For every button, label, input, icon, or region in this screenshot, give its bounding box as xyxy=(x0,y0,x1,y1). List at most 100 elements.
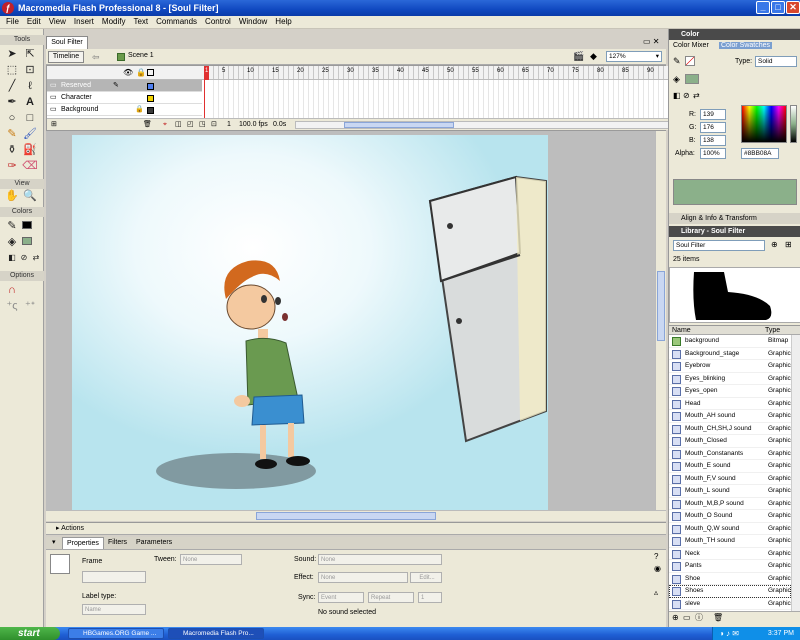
color-spectrum-picker[interactable] xyxy=(741,105,787,143)
zoom-tool-icon[interactable]: 🔍 xyxy=(22,189,38,203)
minimize-button[interactable]: _ xyxy=(756,1,770,14)
stroke-none-swatch[interactable] xyxy=(685,56,695,66)
lock-all-icon[interactable]: 🔒 xyxy=(136,68,146,77)
insert-layer-icon[interactable]: ⊞ xyxy=(51,119,57,131)
back-arrow-icon[interactable]: ⇦ xyxy=(92,52,100,63)
red-input[interactable]: 139 xyxy=(700,109,726,120)
repeat-count-input[interactable]: 1 xyxy=(418,592,442,603)
hex-input[interactable]: #8BB08A xyxy=(741,148,779,159)
fill-color-icon[interactable]: ◈ xyxy=(4,235,20,249)
library-item[interactable]: Pants Graphic xyxy=(669,560,791,573)
timeline-hscroll[interactable] xyxy=(295,121,695,129)
eyedropper-tool-icon[interactable]: ✑ xyxy=(4,159,20,173)
maximize-button[interactable]: □ xyxy=(771,1,785,14)
library-item[interactable]: Shoe Graphic xyxy=(669,572,791,585)
smooth-option-icon[interactable]: ⁺ς xyxy=(4,299,20,313)
help-icon[interactable]: ? xyxy=(654,552,658,561)
library-panel-header[interactable]: Library - Soul Filter xyxy=(669,226,800,237)
show-hide-all-icon[interactable]: 👁 xyxy=(123,68,133,77)
hand-tool-icon[interactable]: ✋ xyxy=(4,189,20,203)
subselection-tool-icon[interactable]: ⇱ xyxy=(22,47,38,61)
stroke-color-icon[interactable]: ✎ xyxy=(673,56,681,67)
brush-tool-icon[interactable]: 🖌 xyxy=(22,127,38,141)
menu-view[interactable]: View xyxy=(45,16,70,28)
no-color-icon[interactable]: ⊘ xyxy=(683,91,690,100)
lasso-tool-icon[interactable]: ℓ xyxy=(22,79,38,93)
library-item[interactable]: Mouth_M,B,P sound Graphic xyxy=(669,497,791,510)
paint-bucket-tool-icon[interactable]: ⛽ xyxy=(22,143,38,157)
menu-window[interactable]: Window xyxy=(235,16,271,28)
scroll-thumb[interactable] xyxy=(256,512,436,520)
menu-modify[interactable]: Modify xyxy=(98,16,130,28)
library-item[interactable]: Mouth_Closed Graphic xyxy=(669,435,791,448)
free-transform-tool-icon[interactable]: ⬚ xyxy=(4,63,20,77)
library-item[interactable]: Mouth_E sound Graphic xyxy=(669,460,791,473)
outline-all-icon[interactable] xyxy=(147,69,154,76)
edit-scene-icon[interactable]: 🎬 xyxy=(573,51,584,62)
lock-icon[interactable]: 🔒 xyxy=(135,104,144,116)
scene-label[interactable]: Scene 1 xyxy=(128,52,154,59)
edit-symbols-icon[interactable]: ◆ xyxy=(590,51,597,62)
text-tool-icon[interactable]: A xyxy=(22,95,38,109)
onion-skin-icon[interactable]: ◫ xyxy=(175,119,182,131)
scroll-thumb[interactable] xyxy=(657,271,665,341)
library-item[interactable]: Mouth_AH sound Graphic xyxy=(669,410,791,423)
frame-label-input[interactable] xyxy=(82,571,146,583)
zoom-select[interactable]: 127% ▾ xyxy=(606,51,662,62)
selection-tool-icon[interactable]: ➤ xyxy=(4,47,20,61)
swap-colors-icon[interactable]: ⇄ xyxy=(693,91,700,100)
fill-color-icon[interactable]: ◈ xyxy=(673,74,680,85)
straighten-option-icon[interactable]: ⁺ᐩ xyxy=(22,299,38,313)
library-item[interactable]: Mouth_Constanants Graphic xyxy=(669,447,791,460)
menu-file[interactable]: File xyxy=(2,16,23,28)
stroke-color-icon[interactable]: ✎ xyxy=(4,219,20,233)
delete-layer-icon[interactable]: 🗑 xyxy=(143,119,152,131)
properties-icon[interactable]: ⓘ xyxy=(695,612,703,624)
fill-color-swatch[interactable] xyxy=(22,237,32,245)
library-item[interactable]: background Bitmap xyxy=(669,335,791,348)
align-panel-header[interactable]: Align & Info & Transform xyxy=(669,213,800,224)
frame-ruler[interactable]: 1 5 10 15 20 25 30 35 40 45 50 55 60 65 … xyxy=(204,66,699,80)
title-bar[interactable]: ƒ Macromedia Flash Professional 8 - [Sou… xyxy=(0,0,800,16)
eraser-tool-icon[interactable]: ⌫ xyxy=(22,159,38,173)
layer-outline-color[interactable] xyxy=(147,95,154,102)
label-type-select[interactable]: Name xyxy=(82,604,146,615)
library-item[interactable]: Eyebrow Graphic xyxy=(669,360,791,373)
edit-button[interactable]: Edit... xyxy=(410,572,442,583)
frame-grid[interactable] xyxy=(204,80,699,118)
clock[interactable]: 3:37 PM xyxy=(768,630,794,637)
library-item[interactable]: Head Graphic xyxy=(669,397,791,410)
new-folder-icon[interactable]: ▭ xyxy=(683,612,691,624)
pin-library-icon[interactable]: ⊕ xyxy=(771,240,778,249)
layer-row-character[interactable]: ▭ Character xyxy=(47,92,202,104)
library-document-select[interactable]: Soul Filter xyxy=(673,240,765,251)
brightness-slider[interactable] xyxy=(790,105,797,143)
sync-select[interactable]: Event xyxy=(318,592,364,603)
library-item[interactable]: Shoes Graphic xyxy=(669,585,791,598)
close-button[interactable]: ✕ xyxy=(786,1,800,14)
accessibility-icon[interactable]: ◉ xyxy=(654,564,661,573)
blue-input[interactable]: 138 xyxy=(700,135,726,146)
library-item[interactable]: Neck Graphic xyxy=(669,547,791,560)
delete-icon[interactable]: 🗑 xyxy=(713,612,723,624)
stroke-color-swatch[interactable] xyxy=(22,221,32,229)
stage-vscroll[interactable] xyxy=(655,131,666,521)
menu-commands[interactable]: Commands xyxy=(152,16,201,28)
document-tab[interactable]: Soul Filter xyxy=(46,36,88,49)
menu-insert[interactable]: Insert xyxy=(70,16,98,28)
menu-edit[interactable]: Edit xyxy=(23,16,45,28)
layer-outline-color[interactable] xyxy=(147,83,154,90)
library-item[interactable]: Eyes_open Graphic xyxy=(669,385,791,398)
color-panel-header[interactable]: Color xyxy=(669,29,800,40)
tab-color-swatches[interactable]: Color Swatches xyxy=(719,42,773,49)
library-item[interactable]: sleve Graphic xyxy=(669,597,791,610)
menu-control[interactable]: Control xyxy=(201,16,235,28)
new-symbol-icon[interactable]: ⊕ xyxy=(672,612,679,624)
pencil-tool-icon[interactable]: ✎ xyxy=(4,127,20,141)
stage-area[interactable] xyxy=(46,131,666,521)
gradient-transform-tool-icon[interactable]: ⊡ xyxy=(22,63,38,77)
new-library-panel-icon[interactable]: ⊞ xyxy=(785,240,792,249)
library-item[interactable]: Mouth_O Sound Graphic xyxy=(669,510,791,523)
default-colors-icon[interactable]: ◧ xyxy=(673,91,681,100)
library-item[interactable]: Eyes_blinking Graphic xyxy=(669,372,791,385)
